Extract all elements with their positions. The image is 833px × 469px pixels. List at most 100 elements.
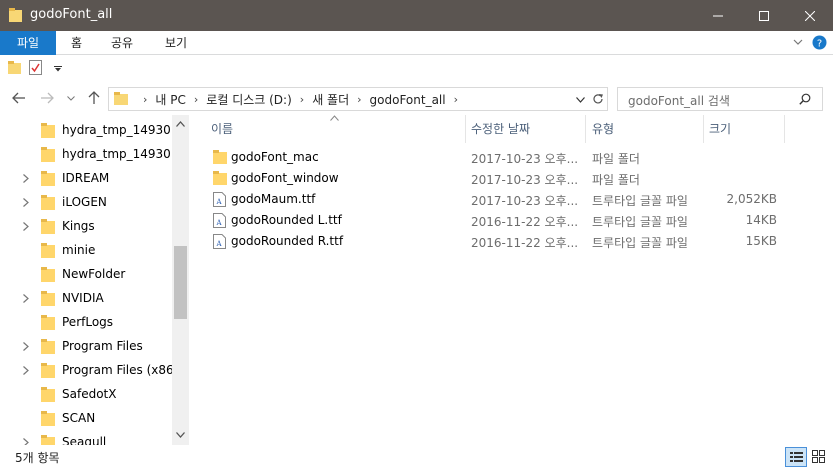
properties-icon[interactable] bbox=[29, 60, 42, 75]
tab-share[interactable]: 공유 bbox=[111, 31, 133, 55]
chevron-right-icon[interactable]: › bbox=[357, 93, 361, 106]
scrollbar-thumb[interactable] bbox=[174, 246, 187, 319]
chevron-right-icon[interactable]: › bbox=[143, 93, 147, 106]
nav-scrollbar[interactable] bbox=[172, 115, 189, 445]
maximize-icon bbox=[759, 10, 769, 21]
nav-item[interactable]: iLOGEN bbox=[0, 191, 172, 215]
file-row[interactable]: AgodoRounded L.ttf 2016-11-22 오후... 트루타입 글… bbox=[189, 210, 833, 231]
search-placeholder: godoFont_all 검색 bbox=[628, 94, 730, 108]
recent-locations-icon[interactable] bbox=[67, 96, 75, 101]
tab-home[interactable]: 홈 bbox=[71, 31, 82, 55]
customize-toolbar-icon[interactable] bbox=[54, 66, 62, 72]
chevron-right-icon[interactable] bbox=[23, 342, 29, 351]
chevron-right-icon[interactable] bbox=[23, 294, 29, 303]
folder-icon bbox=[41, 147, 55, 162]
nav-item[interactable]: SCAN bbox=[0, 407, 172, 431]
folder-icon bbox=[41, 411, 55, 426]
breadcrumb-this-pc[interactable]: 내 PC bbox=[155, 91, 185, 108]
nav-item-label: hydra_tmp_1493011 bbox=[62, 123, 187, 137]
nav-item-label: iLOGEN bbox=[62, 195, 107, 209]
column-header-date[interactable]: 수정한 날짜 bbox=[471, 115, 530, 143]
search-box[interactable]: godoFont_all 검색 bbox=[617, 87, 823, 111]
chevron-right-icon[interactable]: › bbox=[454, 93, 458, 106]
nav-item-label: Kings bbox=[62, 219, 95, 233]
chevron-right-icon[interactable] bbox=[23, 198, 29, 207]
column-divider[interactable] bbox=[703, 115, 704, 143]
file-row[interactable]: godoFont_mac 2017-10-23 오후... 파일 폴더 bbox=[189, 147, 833, 168]
maximize-button[interactable] bbox=[741, 0, 787, 31]
up-arrow-icon[interactable] bbox=[87, 91, 101, 105]
chevron-right-icon[interactable]: › bbox=[194, 93, 198, 106]
chevron-right-icon[interactable] bbox=[23, 222, 29, 231]
large-icons-view-icon bbox=[812, 450, 825, 463]
details-view-button[interactable] bbox=[785, 447, 807, 467]
breadcrumb-local-disk[interactable]: 로컬 디스크 (D:) bbox=[206, 91, 291, 108]
font-file-icon: A bbox=[213, 213, 226, 228]
breadcrumb-current[interactable]: godoFont_all bbox=[370, 93, 446, 107]
nav-item[interactable]: hydra_tmp_1493011 bbox=[0, 119, 186, 143]
chevron-right-icon[interactable] bbox=[23, 438, 29, 445]
tab-file[interactable]: 파일 bbox=[0, 31, 56, 55]
column-header-name[interactable]: 이름 bbox=[211, 115, 233, 143]
forward-arrow-icon[interactable] bbox=[40, 91, 54, 105]
nav-item[interactable]: IDREAM bbox=[0, 167, 172, 191]
nav-item[interactable]: NVIDIA bbox=[0, 287, 172, 311]
nav-item[interactable]: minie bbox=[0, 239, 172, 263]
folder-icon[interactable] bbox=[8, 61, 21, 75]
svg-text:A: A bbox=[215, 219, 222, 227]
close-button[interactable] bbox=[787, 0, 833, 31]
nav-item[interactable]: hydra_tmp_1493011 bbox=[0, 143, 186, 167]
address-bar[interactable]: › 내 PC › 로컬 디스크 (D:) › 새 폴더 › godoFont_a… bbox=[108, 87, 591, 111]
status-bar: 5개 항목 bbox=[0, 445, 833, 469]
help-icon[interactable]: ? bbox=[812, 35, 827, 50]
chevron-right-icon[interactable] bbox=[23, 174, 29, 183]
folder-icon bbox=[213, 150, 227, 164]
file-row[interactable]: AgodoRounded R.ttf 2016-11-22 오후... 트루타입 글… bbox=[189, 231, 833, 252]
chevron-right-icon[interactable]: › bbox=[300, 93, 304, 106]
file-type: 파일 폴더 bbox=[592, 152, 640, 166]
breadcrumb: › 내 PC › 로컬 디스크 (D:) › 새 폴더 › godoFont_a… bbox=[143, 91, 466, 108]
tab-view[interactable]: 보기 bbox=[165, 31, 187, 55]
nav-item[interactable]: Seagull bbox=[0, 431, 172, 445]
nav-item[interactable]: SafedotX bbox=[0, 383, 172, 407]
nav-item-label: Program Files (x86) bbox=[62, 363, 179, 377]
svg-text:A: A bbox=[215, 240, 222, 248]
nav-item[interactable]: Kings bbox=[0, 215, 172, 239]
file-row[interactable]: godoFont_window 2017-10-23 오후... 파일 폴더 bbox=[189, 168, 833, 189]
nav-item[interactable]: Program Files bbox=[0, 335, 172, 359]
file-name: godoMaum.ttf bbox=[231, 192, 316, 206]
minimize-button[interactable] bbox=[695, 0, 741, 31]
scroll-down-icon[interactable] bbox=[176, 432, 185, 438]
chevron-right-icon[interactable] bbox=[23, 366, 29, 375]
nav-item[interactable]: NewFolder bbox=[0, 263, 172, 287]
refresh-icon bbox=[593, 94, 603, 104]
folder-icon bbox=[41, 123, 55, 138]
address-history-icon[interactable] bbox=[576, 97, 585, 103]
folder-icon bbox=[41, 435, 55, 445]
column-divider[interactable] bbox=[784, 115, 785, 143]
file-date: 2017-10-23 오후... bbox=[471, 173, 579, 187]
scroll-up-icon[interactable] bbox=[176, 121, 185, 127]
folder-icon bbox=[41, 267, 55, 282]
expand-ribbon-icon[interactable] bbox=[793, 37, 803, 47]
font-file-icon: A bbox=[213, 234, 226, 249]
search-icon[interactable] bbox=[799, 93, 811, 105]
breadcrumb-new-folder[interactable]: 새 폴더 bbox=[312, 91, 349, 108]
folder-icon bbox=[213, 171, 227, 185]
nav-item-label: Program Files bbox=[62, 339, 143, 353]
svg-text:?: ? bbox=[817, 39, 822, 50]
refresh-button[interactable] bbox=[589, 87, 608, 111]
column-header-type[interactable]: 유형 bbox=[592, 115, 614, 143]
column-divider[interactable] bbox=[465, 115, 466, 143]
file-size: 2,052KB bbox=[726, 192, 777, 206]
column-divider[interactable] bbox=[585, 115, 586, 143]
item-count: 5개 항목 bbox=[15, 451, 60, 465]
back-arrow-icon[interactable] bbox=[12, 91, 26, 105]
large-icons-view-button[interactable] bbox=[808, 447, 830, 467]
column-header-size[interactable]: 크기 bbox=[709, 115, 731, 143]
nav-item[interactable]: PerfLogs bbox=[0, 311, 172, 335]
navigation-pane: hydra_tmp_1493011 hydra_tmp_1493011 IDREAM… bbox=[0, 115, 189, 445]
nav-item[interactable]: Program Files (x86) bbox=[0, 359, 178, 383]
file-row[interactable]: AgodoMaum.ttf 2017-10-23 오후... 트루타입 글꼴 파일 2… bbox=[189, 189, 833, 210]
file-date: 2016-11-22 오후... bbox=[471, 236, 579, 250]
